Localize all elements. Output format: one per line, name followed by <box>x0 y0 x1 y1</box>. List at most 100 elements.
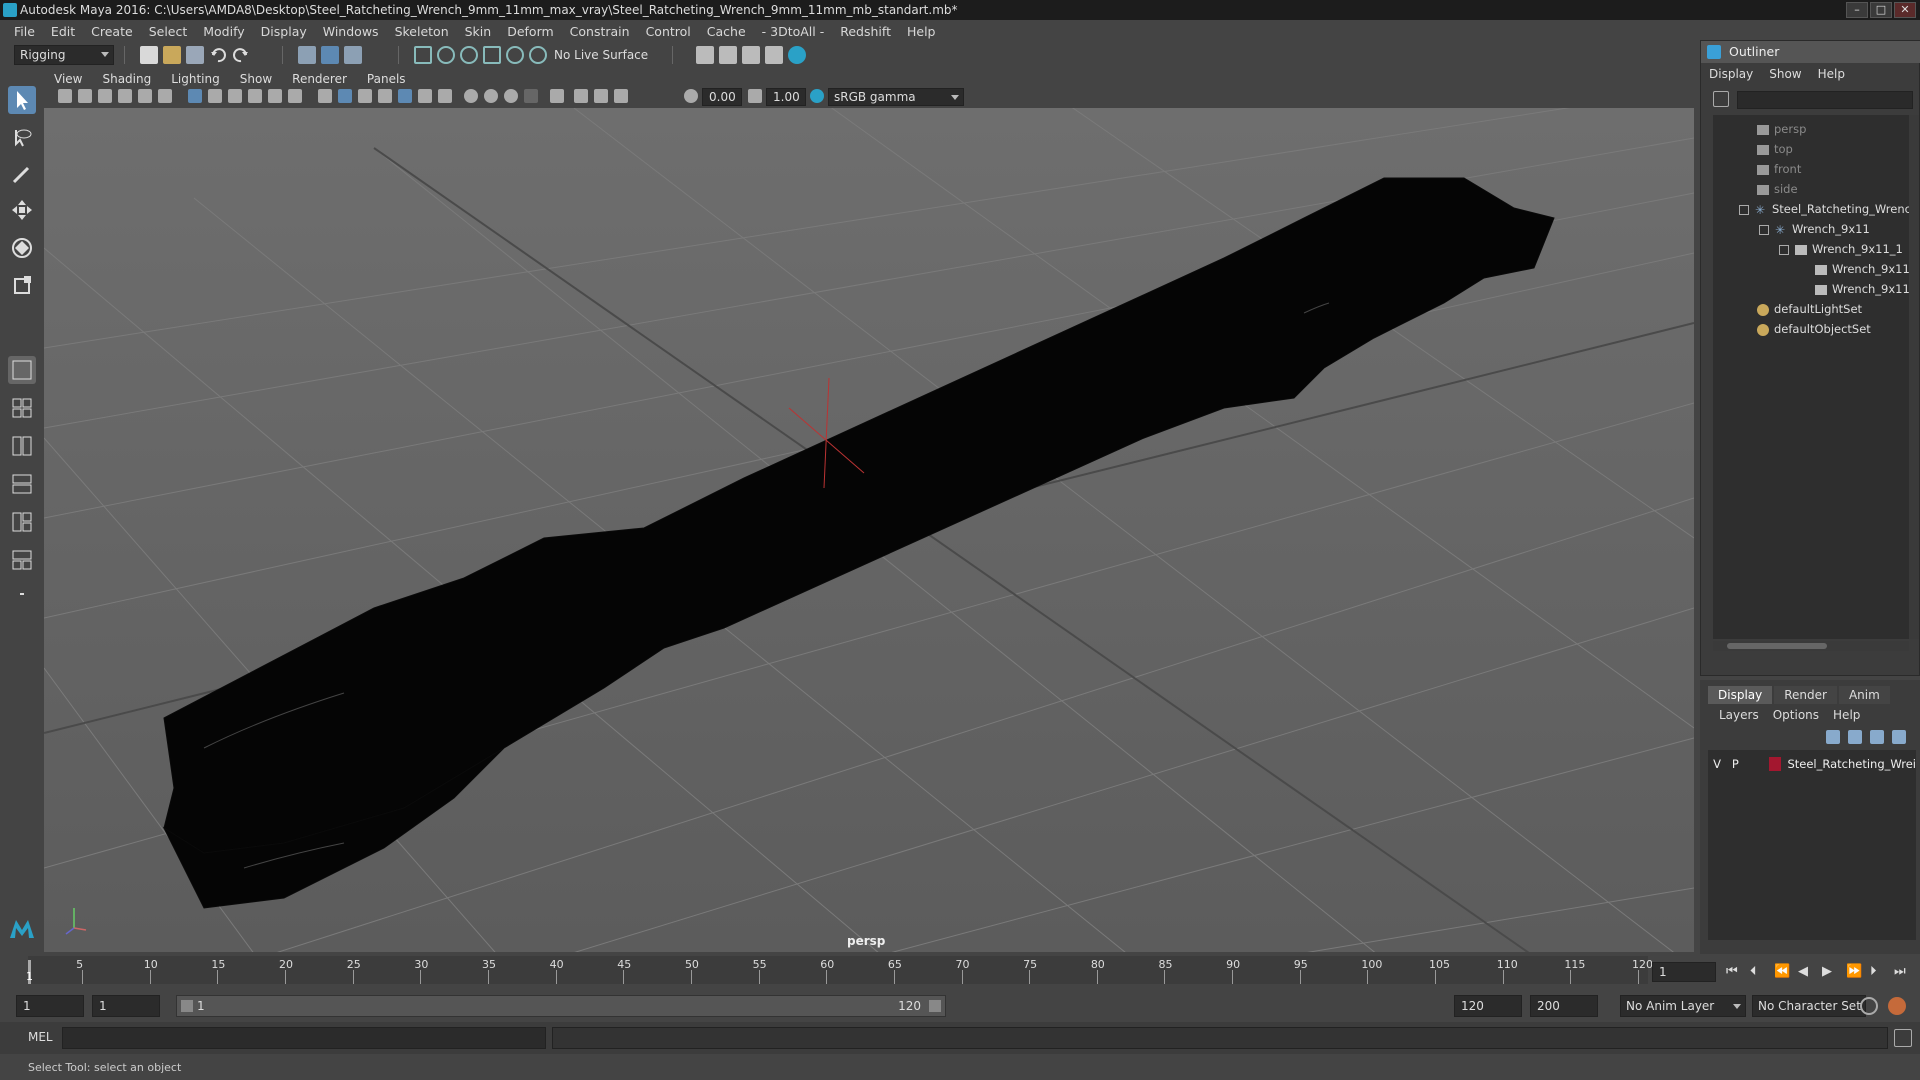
live-surface-label[interactable]: No Live Surface <box>554 47 648 63</box>
tab-display[interactable]: Display <box>1708 686 1773 704</box>
hypershade-layout-icon[interactable] <box>8 546 36 574</box>
smooth-shade-icon[interactable] <box>338 89 352 103</box>
command-language-label[interactable]: MEL <box>28 1030 53 1044</box>
camera-select-icon[interactable] <box>58 89 72 103</box>
layer-menu-layers[interactable]: Layers <box>1712 708 1766 722</box>
animation-preferences-icon[interactable] <box>1888 997 1906 1015</box>
go-to-end-icon[interactable]: ⏭ <box>1894 964 1906 979</box>
panel-menu-show[interactable]: Show <box>230 72 282 86</box>
move-layer-down-icon[interactable] <box>1848 730 1862 744</box>
undo-icon[interactable] <box>209 46 227 64</box>
menu-3dtoall[interactable]: - 3DtoAll - <box>754 24 833 39</box>
playback-end-field[interactable]: 120 <box>1454 995 1522 1017</box>
outliner-item-front[interactable]: front <box>1757 159 1801 179</box>
color-management-icon[interactable] <box>810 89 824 103</box>
animation-start-field[interactable]: 1 <box>16 995 84 1017</box>
save-scene-icon[interactable] <box>186 46 204 64</box>
xray-icon[interactable] <box>398 89 412 103</box>
camera-lock-icon[interactable] <box>78 89 92 103</box>
bookmark-icon[interactable] <box>98 89 112 103</box>
outliner-item-wrench-9x11[interactable]: ✳ Wrench_9x11 <box>1759 219 1870 239</box>
select-hierarchy-icon[interactable] <box>298 46 316 64</box>
outliner-item-side[interactable]: side <box>1757 179 1798 199</box>
outliner-item-wrench-9x11-mesh-b[interactable]: Wrench_9x11 <box>1815 279 1910 299</box>
collapse-toggle-icon[interactable] <box>1759 224 1769 235</box>
layer-menu-options[interactable]: Options <box>1766 708 1826 722</box>
menu-skin[interactable]: Skin <box>457 24 500 39</box>
character-set-dropdown[interactable]: No Character Set <box>1752 995 1866 1017</box>
isolate-select-icon[interactable] <box>524 89 538 103</box>
lasso-tool-icon[interactable] <box>8 124 36 152</box>
perspective-viewport[interactable]: persp <box>44 108 1694 952</box>
shadows-icon[interactable] <box>418 89 432 103</box>
outliner-item-steel-ratcheting-wrench[interactable]: ✳ Steel_Ratcheting_Wrenc <box>1739 199 1911 219</box>
snap-surface-icon[interactable] <box>506 46 524 64</box>
scale-tool-icon[interactable] <box>8 272 36 300</box>
select-tool-icon[interactable] <box>8 86 36 114</box>
minimize-button[interactable]: – <box>1846 2 1868 18</box>
step-back-frame-icon[interactable]: ⏴ <box>1750 964 1757 979</box>
panel-menu-view[interactable]: View <box>44 72 92 86</box>
outliner-filter-icon[interactable] <box>1713 91 1729 107</box>
xray-joints-icon[interactable] <box>550 89 564 103</box>
frame-selected-icon[interactable] <box>574 89 588 103</box>
snap-grid-icon[interactable] <box>414 46 432 64</box>
frame-all-icon[interactable] <box>594 89 608 103</box>
outliner-item-default-light-set[interactable]: defaultLightSet <box>1757 299 1862 319</box>
menu-file[interactable]: File <box>6 24 43 39</box>
redo-icon[interactable] <box>232 46 250 64</box>
menu-redshift[interactable]: Redshift <box>832 24 899 39</box>
auto-key-icon[interactable] <box>1860 997 1878 1015</box>
menu-control[interactable]: Control <box>638 24 699 39</box>
image-plane-icon[interactable] <box>118 89 132 103</box>
panel-menu-lighting[interactable]: Lighting <box>161 72 230 86</box>
color-space-dropdown[interactable]: sRGB gamma <box>828 88 964 106</box>
playback-start-field[interactable]: 1 <box>92 995 160 1017</box>
snap-curve-icon[interactable] <box>437 46 455 64</box>
command-input[interactable] <box>62 1027 546 1049</box>
snap-point-icon[interactable] <box>460 46 478 64</box>
panel-menu-shading[interactable]: Shading <box>92 72 161 86</box>
outliner-item-top[interactable]: top <box>1757 139 1793 159</box>
layer-visibility-toggle[interactable]: V <box>1708 757 1726 771</box>
menu-cache[interactable]: Cache <box>699 24 754 39</box>
four-view-layout-icon[interactable] <box>8 394 36 422</box>
range-end-handle[interactable] <box>929 1000 941 1012</box>
tab-anim[interactable]: Anim <box>1838 686 1890 704</box>
time-slider[interactable]: 5 10 15 20 25 30 35 40 45 50 55 60 65 70 75 80 85 90 95 100… <box>0 954 1920 990</box>
step-forward-key-icon[interactable]: ⏩ <box>1846 964 1862 979</box>
time-slider-track[interactable]: 5 10 15 20 25 30 35 40 45 50 55 60 65 70 75 80 85 90 95 100… <box>26 956 1653 984</box>
menu-modify[interactable]: Modify <box>195 24 252 39</box>
menu-display[interactable]: Display <box>253 24 315 39</box>
current-frame-field[interactable]: 1 <box>1652 962 1716 982</box>
rotate-tool-icon[interactable] <box>8 234 36 262</box>
exposure-field[interactable]: 0.00 <box>702 88 742 106</box>
new-layer-from-selection-icon[interactable] <box>1892 730 1906 744</box>
outliner-horizontal-scrollbar[interactable] <box>1713 641 1909 651</box>
hud-icon[interactable] <box>614 89 628 103</box>
open-scene-icon[interactable] <box>163 46 181 64</box>
wireframe-icon[interactable] <box>318 89 332 103</box>
panel-menu-panels[interactable]: Panels <box>357 72 416 86</box>
render-view-icon[interactable] <box>788 46 806 64</box>
outliner-item-wrench-9x11-mesh-a[interactable]: Wrench_9x11 <box>1815 259 1910 279</box>
layer-color-swatch[interactable] <box>1768 757 1782 771</box>
gamma-field[interactable]: 1.00 <box>766 88 806 106</box>
2d-pan-zoom-icon[interactable] <box>138 89 152 103</box>
snap-view-plane-icon[interactable] <box>483 46 501 64</box>
menu-help[interactable]: Help <box>899 24 944 39</box>
single-perspective-layout-icon[interactable] <box>8 356 36 384</box>
outliner-menu-show[interactable]: Show <box>1761 65 1809 83</box>
menu-select[interactable]: Select <box>141 24 196 39</box>
two-view-layout-icon[interactable] <box>8 432 36 460</box>
menu-set-dropdown[interactable]: Rigging <box>14 45 114 65</box>
play-forward-icon[interactable]: ▶ <box>1822 964 1832 979</box>
outliner-menu-display[interactable]: Display <box>1701 65 1761 83</box>
default-lighting-icon[interactable] <box>358 89 372 103</box>
outliner-search-input[interactable] <box>1737 91 1913 109</box>
field-chart-icon[interactable] <box>268 89 282 103</box>
scrollbar-thumb[interactable] <box>1727 643 1827 649</box>
snap-magnet-icon[interactable] <box>529 46 547 64</box>
step-forward-frame-icon[interactable]: ⏵ <box>1870 964 1877 979</box>
animation-end-field[interactable]: 200 <box>1530 995 1598 1017</box>
